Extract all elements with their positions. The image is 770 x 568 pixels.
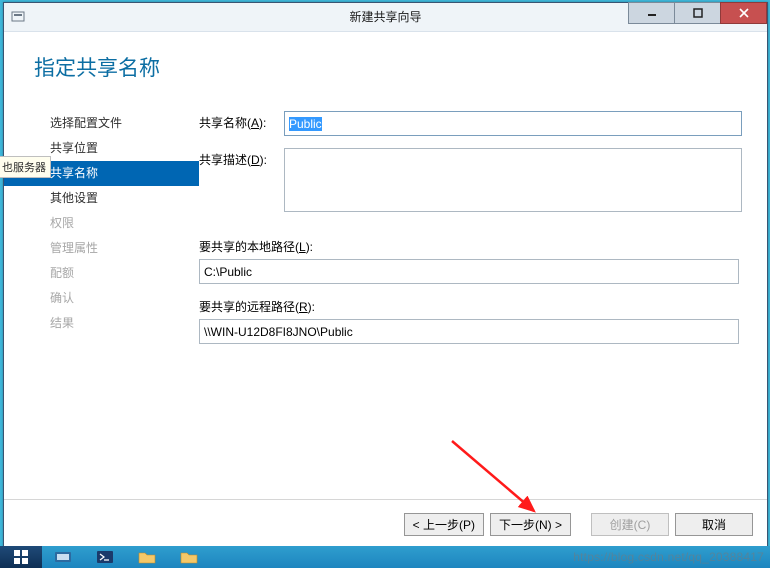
- form-area: 共享名称(A): 共享描述(D): 要共享的本地路径(L): 要共享的远程路径(…: [199, 97, 767, 498]
- app-icon: [4, 3, 32, 31]
- tooltip: 也服务器: [0, 156, 51, 178]
- remote-path-label: 要共享的远程路径(R):: [199, 298, 742, 315]
- window-buttons: [629, 2, 767, 24]
- taskbar: [0, 546, 770, 568]
- taskbar-powershell-icon[interactable]: [84, 546, 126, 568]
- share-name-input[interactable]: [284, 111, 742, 136]
- titlebar: 新建共享向导: [4, 3, 767, 32]
- share-desc-label: 共享描述(D):: [199, 148, 284, 168]
- close-button[interactable]: [720, 2, 767, 24]
- step-mgmt-props: 管理属性: [4, 236, 199, 261]
- create-button: 创建(C): [591, 513, 669, 536]
- cancel-button[interactable]: 取消: [675, 513, 753, 536]
- taskbar-server-manager-icon[interactable]: [42, 546, 84, 568]
- share-name-label: 共享名称(A):: [199, 111, 284, 131]
- share-desc-input[interactable]: [284, 148, 742, 212]
- step-other-settings[interactable]: 其他设置: [4, 186, 199, 211]
- start-button[interactable]: [0, 546, 42, 568]
- local-path-value: [199, 259, 739, 284]
- next-button[interactable]: 下一步(N) >: [490, 513, 571, 536]
- taskbar-folder-icon[interactable]: [168, 546, 210, 568]
- step-select-profile[interactable]: 选择配置文件: [4, 111, 199, 136]
- local-path-label: 要共享的本地路径(L):: [199, 238, 742, 255]
- step-quota: 配额: [4, 261, 199, 286]
- maximize-button[interactable]: [674, 2, 721, 24]
- wizard-body: 选择配置文件 共享位置 共享名称 其他设置 权限 管理属性 配额 确认 结果 共…: [4, 97, 767, 498]
- step-permissions: 权限: [4, 211, 199, 236]
- minimize-button[interactable]: [628, 2, 675, 24]
- prev-button[interactable]: < 上一步(P): [404, 513, 484, 536]
- wizard-footer: < 上一步(P) 下一步(N) > 创建(C) 取消: [4, 499, 767, 548]
- page-heading: 指定共享名称: [4, 32, 767, 82]
- step-result: 结果: [4, 311, 199, 336]
- step-confirm: 确认: [4, 286, 199, 311]
- taskbar-explorer-icon[interactable]: [126, 546, 168, 568]
- remote-path-value: [199, 319, 739, 344]
- wizard-dialog: 新建共享向导 指定共享名称 选择配置文件 共享位置 共享名称 其他设置 权限 管…: [3, 2, 768, 549]
